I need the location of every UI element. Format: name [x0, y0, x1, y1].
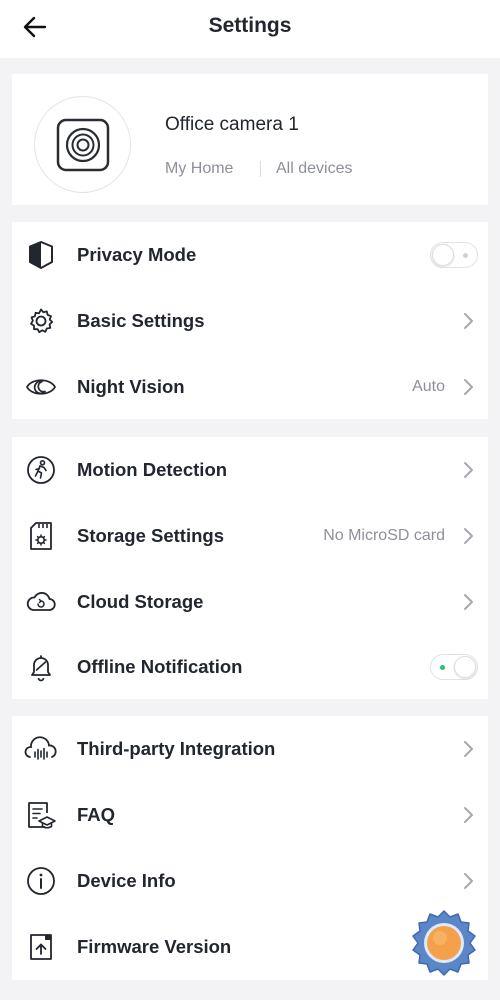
camera-icon [56, 118, 109, 171]
running-person-icon [27, 456, 55, 484]
chevron-right-icon [464, 462, 473, 478]
privacy-mode-label: Privacy Mode [77, 244, 197, 265]
all-devices-link[interactable]: All devices [276, 160, 352, 178]
shield-half-icon [29, 241, 53, 269]
device-home-link[interactable]: My Home [165, 160, 233, 178]
basic-settings-row[interactable]: Basic Settings [12, 288, 488, 353]
firmware-version-label: Firmware Version [77, 936, 232, 957]
faq-label: FAQ [77, 804, 116, 825]
device-card: Office camera 1 My Home All devices [12, 74, 488, 205]
chevron-right-icon [464, 741, 473, 757]
cloud-storage-label: Cloud Storage [77, 591, 204, 612]
bell-off-icon [31, 655, 51, 682]
eye-moon-icon [25, 379, 57, 395]
toggle-indicator [463, 253, 468, 258]
chevron-right-icon [464, 528, 473, 544]
privacy-mode-toggle[interactable] [430, 242, 478, 268]
floating-assistant-button[interactable] [407, 908, 481, 982]
gear-icon [30, 308, 54, 334]
device-name: Office camera 1 [165, 114, 299, 135]
device-avatar [34, 96, 131, 193]
offline-notification-toggle[interactable] [430, 654, 478, 680]
page-title: Settings [208, 14, 292, 37]
storage-settings-row[interactable]: Storage Settings No MicroSD card [12, 503, 488, 568]
cloud-storage-row[interactable]: Cloud Storage [12, 569, 488, 634]
faq-row[interactable]: FAQ [12, 782, 488, 847]
third-party-integration-label: Third-party Integration [77, 738, 276, 759]
privacy-mode-row[interactable]: Privacy Mode [12, 222, 488, 287]
storage-settings-label: Storage Settings [77, 525, 224, 546]
faq-document-icon [28, 802, 56, 829]
offline-notification-row[interactable]: Offline Notification [12, 634, 488, 699]
toggle-knob [454, 656, 476, 678]
chevron-right-icon [464, 313, 473, 329]
third-party-integration-row[interactable]: Third-party Integration [12, 716, 488, 781]
chevron-right-icon [464, 379, 473, 395]
divider [260, 161, 261, 177]
motion-detection-label: Motion Detection [77, 459, 228, 480]
cloud-icon [26, 592, 56, 611]
sd-card-icon [30, 522, 52, 550]
chevron-right-icon [464, 807, 473, 823]
storage-settings-value: No MicroSD card [323, 527, 445, 544]
floating-gear-icon [412, 910, 476, 976]
night-vision-value: Auto [412, 378, 445, 395]
night-vision-row[interactable]: Night Vision Auto [12, 354, 488, 419]
settings-group-1: Privacy Mode Basic Settings Night Vision… [12, 222, 488, 419]
info-icon [27, 867, 55, 895]
top-bar: Settings [0, 0, 500, 58]
device-info-label: Device Info [77, 870, 176, 891]
offline-notification-label: Offline Notification [77, 656, 243, 677]
toggle-indicator [440, 665, 445, 670]
settings-group-2: Motion Detection Storage Settings No Mic… [12, 437, 488, 699]
chevron-right-icon [464, 594, 473, 610]
motion-detection-row[interactable]: Motion Detection [12, 437, 488, 502]
cloud-wave-icon [24, 736, 57, 760]
device-info-row[interactable]: Device Info [12, 848, 488, 913]
firmware-upload-icon [30, 934, 52, 960]
night-vision-label: Night Vision [77, 376, 185, 397]
chevron-right-icon [464, 873, 473, 889]
basic-settings-label: Basic Settings [77, 310, 205, 331]
toggle-knob [432, 244, 454, 266]
